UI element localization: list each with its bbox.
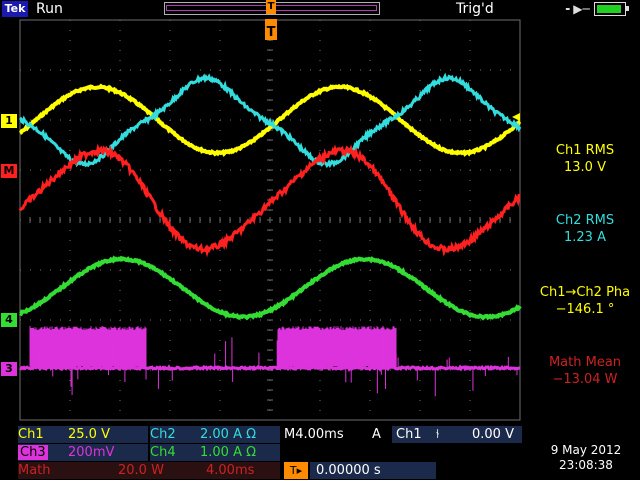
ch4-scale: 1.00 A Ω xyxy=(200,445,257,460)
measurement-value: −13.04 W xyxy=(552,372,618,387)
measurement-label: Ch1→Ch2 Pha xyxy=(539,285,631,300)
measurement-label: Ch1 RMS xyxy=(555,143,615,158)
ch2-scale: 2.00 A Ω xyxy=(200,427,257,442)
ch3-label: Ch3 xyxy=(18,445,48,460)
ch4-trace xyxy=(19,255,522,321)
ch1-ground-marker[interactable]: 1 xyxy=(1,114,17,128)
ch2-label: Ch2 xyxy=(150,427,176,442)
ch4-readout[interactable]: Ch4 1.00 A Ω xyxy=(150,444,280,461)
ch4-label: Ch4 xyxy=(150,445,176,460)
ch4-ground-marker[interactable]: 4 xyxy=(1,313,17,327)
measurement-phase: Ch1→Ch2 Pha −146.1 ° xyxy=(530,284,640,318)
trigger-readout[interactable]: Ch1 ⫮ 0.00 V xyxy=(392,426,522,443)
measurement-value: 1.23 A xyxy=(564,230,606,245)
trigger-source: Ch1 xyxy=(396,427,422,442)
trigger-position-arrow: T xyxy=(265,19,277,40)
ch3-ground-marker[interactable]: 3 xyxy=(1,362,17,376)
math-readout[interactable]: Math 20.0 W 4.00ms xyxy=(18,462,280,479)
ch3-scale: 200mV xyxy=(68,445,115,460)
math-label: Math xyxy=(18,463,51,478)
svg-text:T: T xyxy=(267,25,276,40)
measurement-ch2-rms: Ch2 RMS 1.23 A xyxy=(530,212,640,246)
horizontal-scale[interactable]: M4.00ms xyxy=(284,426,344,443)
measurement-label: Ch2 RMS xyxy=(555,213,615,228)
math-time-scale: 4.00ms xyxy=(206,463,255,478)
waveform-traces xyxy=(18,72,522,397)
measurement-value: 13.0 V xyxy=(564,160,606,175)
date-label: 9 May 2012 xyxy=(550,443,622,457)
ch2-readout[interactable]: Ch2 2.00 A Ω xyxy=(150,426,280,443)
math-scale: 20.0 W xyxy=(118,463,164,478)
trigger-delay[interactable]: 0.00000 s xyxy=(310,462,436,479)
trigger-level-arrow xyxy=(512,113,520,121)
ch1-readout[interactable]: Ch1 25.0 V xyxy=(18,426,148,443)
ch1-label: Ch1 xyxy=(18,427,44,442)
date-time-display: 9 May 2012 23:08:38 xyxy=(534,443,638,473)
math-ground-marker[interactable]: M xyxy=(1,164,17,178)
ch3-readout[interactable]: Ch3 200mV xyxy=(18,444,148,461)
measurement-label: Math Mean xyxy=(548,355,622,370)
measurement-ch1-rms: Ch1 RMS 13.0 V xyxy=(530,142,640,176)
measurement-math-mean: Math Mean −13.04 W xyxy=(530,354,640,388)
trigger-slope-icon: ⫮ xyxy=(436,427,440,442)
ch3-baseline-trace xyxy=(19,364,521,373)
trigger-level: 0.00 V xyxy=(472,427,514,442)
measurement-value: −146.1 ° xyxy=(555,302,615,317)
time-label: 23:08:38 xyxy=(559,458,613,472)
ch3-burst-trace xyxy=(29,326,397,369)
math-trace xyxy=(18,143,521,258)
trigger-mode: A xyxy=(372,427,381,442)
ch1-scale: 25.0 V xyxy=(68,427,110,442)
trigger-position-icon[interactable]: T▸ xyxy=(284,462,308,479)
